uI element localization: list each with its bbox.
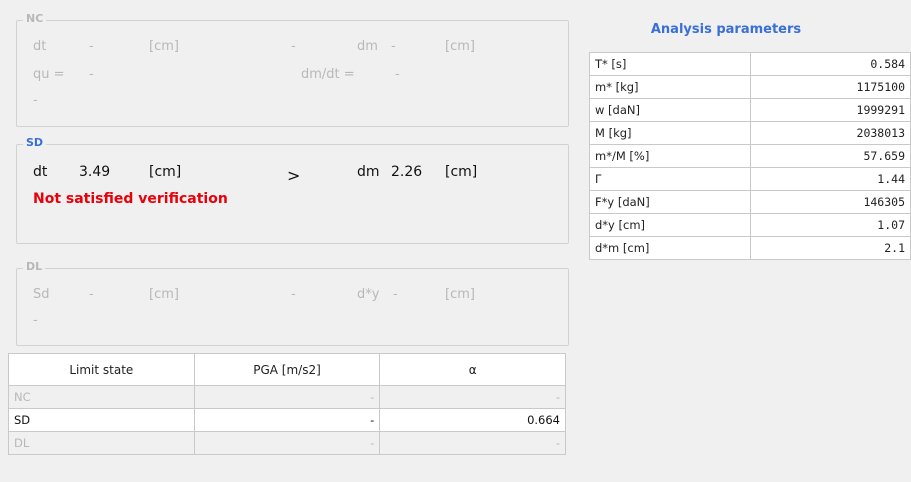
param-label: M [kg] bbox=[588, 121, 752, 145]
cell-alpha: 0.664 bbox=[379, 408, 566, 432]
table-row-dl[interactable]: DL - - bbox=[8, 431, 566, 455]
dl-sd-value: - bbox=[89, 287, 94, 302]
sd-dm-label: dm bbox=[357, 164, 380, 180]
sd-dt-label: dt bbox=[33, 164, 48, 180]
param-label: d*y [cm] bbox=[588, 213, 752, 237]
sd-dt-value: 3.49 bbox=[79, 164, 111, 180]
param-row: d*m [cm] 2.1 bbox=[588, 236, 911, 260]
nc-qu-label: qu = bbox=[33, 67, 65, 82]
param-row: T* [s] 0.584 bbox=[588, 52, 911, 76]
analysis-parameters-title: Analysis parameters bbox=[650, 22, 802, 37]
param-value: 1.44 bbox=[750, 167, 911, 191]
param-value: 1.07 bbox=[750, 213, 911, 237]
dl-status: - bbox=[33, 313, 38, 328]
nc-dmdt-label: dm/dt = bbox=[301, 67, 355, 82]
param-label: m*/M [%] bbox=[588, 144, 752, 168]
nc-qu-value: - bbox=[89, 67, 94, 82]
param-value: 57.659 bbox=[750, 144, 911, 168]
param-row: M [kg] 2038013 bbox=[588, 121, 911, 145]
limit-state-table: Limit state PGA [m/s2] α NC - - SD - 0.6… bbox=[8, 353, 566, 455]
param-value: 0.584 bbox=[750, 52, 911, 76]
param-label: d*m [cm] bbox=[588, 236, 752, 260]
param-value: 1999291 bbox=[750, 98, 911, 122]
sd-legend: SD bbox=[23, 136, 47, 149]
header-pga[interactable]: PGA [m/s2] bbox=[193, 353, 381, 386]
nc-dt-unit: [cm] bbox=[149, 39, 179, 54]
param-row: F*y [daN] 146305 bbox=[588, 190, 911, 214]
cell-alpha: - bbox=[379, 385, 566, 409]
nc-legend: NC bbox=[23, 12, 47, 25]
cell-pga: - bbox=[193, 431, 381, 455]
param-label: m* [kg] bbox=[588, 75, 752, 99]
cell-state: NC bbox=[8, 385, 195, 409]
param-value: 146305 bbox=[750, 190, 911, 214]
nc-dm-value: - bbox=[391, 39, 396, 54]
sd-status: Not satisfied verification bbox=[33, 191, 228, 207]
nc-dt-value: - bbox=[89, 39, 94, 54]
param-value: 2038013 bbox=[750, 121, 911, 145]
sd-dm-value: 2.26 bbox=[391, 164, 423, 180]
analysis-parameters-table: T* [s] 0.584 m* [kg] 1175100 w [daN] 199929… bbox=[588, 52, 911, 260]
dl-dy-value: - bbox=[393, 287, 398, 302]
param-row: w [daN] 1999291 bbox=[588, 98, 911, 122]
cell-pga: - bbox=[193, 385, 381, 409]
nc-dmdt-value: - bbox=[395, 67, 400, 82]
param-row: m* [kg] 1175100 bbox=[588, 75, 911, 99]
header-alpha[interactable]: α bbox=[379, 353, 566, 386]
nc-dm-unit: [cm] bbox=[445, 39, 475, 54]
param-row: d*y [cm] 1.07 bbox=[588, 213, 911, 237]
table-row-sd[interactable]: SD - 0.664 bbox=[8, 408, 566, 432]
nc-group: NC dt - [cm] - dm - [cm] qu = - dm/dt = … bbox=[16, 12, 569, 127]
sd-dm-unit: [cm] bbox=[445, 164, 478, 180]
table-row-nc[interactable]: NC - - bbox=[8, 385, 566, 409]
nc-status: - bbox=[33, 93, 38, 108]
param-label: w [daN] bbox=[588, 98, 752, 122]
param-value: 2.1 bbox=[750, 236, 911, 260]
param-label: Γ bbox=[588, 167, 752, 191]
dl-sd-label: Sd bbox=[33, 287, 50, 302]
sd-dt-unit: [cm] bbox=[149, 164, 182, 180]
dl-legend: DL bbox=[23, 260, 46, 273]
cell-state: SD bbox=[8, 408, 195, 432]
header-limit-state[interactable]: Limit state bbox=[8, 353, 195, 386]
sd-compare-sign: > bbox=[287, 166, 301, 185]
cell-pga: - bbox=[193, 408, 381, 432]
limit-state-header-row: Limit state PGA [m/s2] α bbox=[8, 353, 566, 386]
dl-dy-unit: [cm] bbox=[445, 287, 475, 302]
nc-dt-label: dt bbox=[33, 39, 47, 54]
param-value: 1175100 bbox=[750, 75, 911, 99]
dl-group: DL Sd - [cm] - d*y - [cm] - bbox=[16, 260, 569, 346]
nc-dm-label: dm bbox=[357, 39, 378, 54]
param-label: F*y [daN] bbox=[588, 190, 752, 214]
param-row: Γ 1.44 bbox=[588, 167, 911, 191]
nc-compare-sign: - bbox=[291, 39, 296, 54]
dl-dy-label: d*y bbox=[357, 287, 380, 302]
sd-group: SD dt 3.49 [cm] > dm 2.26 [cm] Not satis… bbox=[16, 136, 569, 244]
dl-sd-unit: [cm] bbox=[149, 287, 179, 302]
cell-alpha: - bbox=[379, 431, 566, 455]
dl-compare-sign: - bbox=[291, 287, 296, 302]
param-row: m*/M [%] 57.659 bbox=[588, 144, 911, 168]
cell-state: DL bbox=[8, 431, 195, 455]
param-label: T* [s] bbox=[588, 52, 752, 76]
